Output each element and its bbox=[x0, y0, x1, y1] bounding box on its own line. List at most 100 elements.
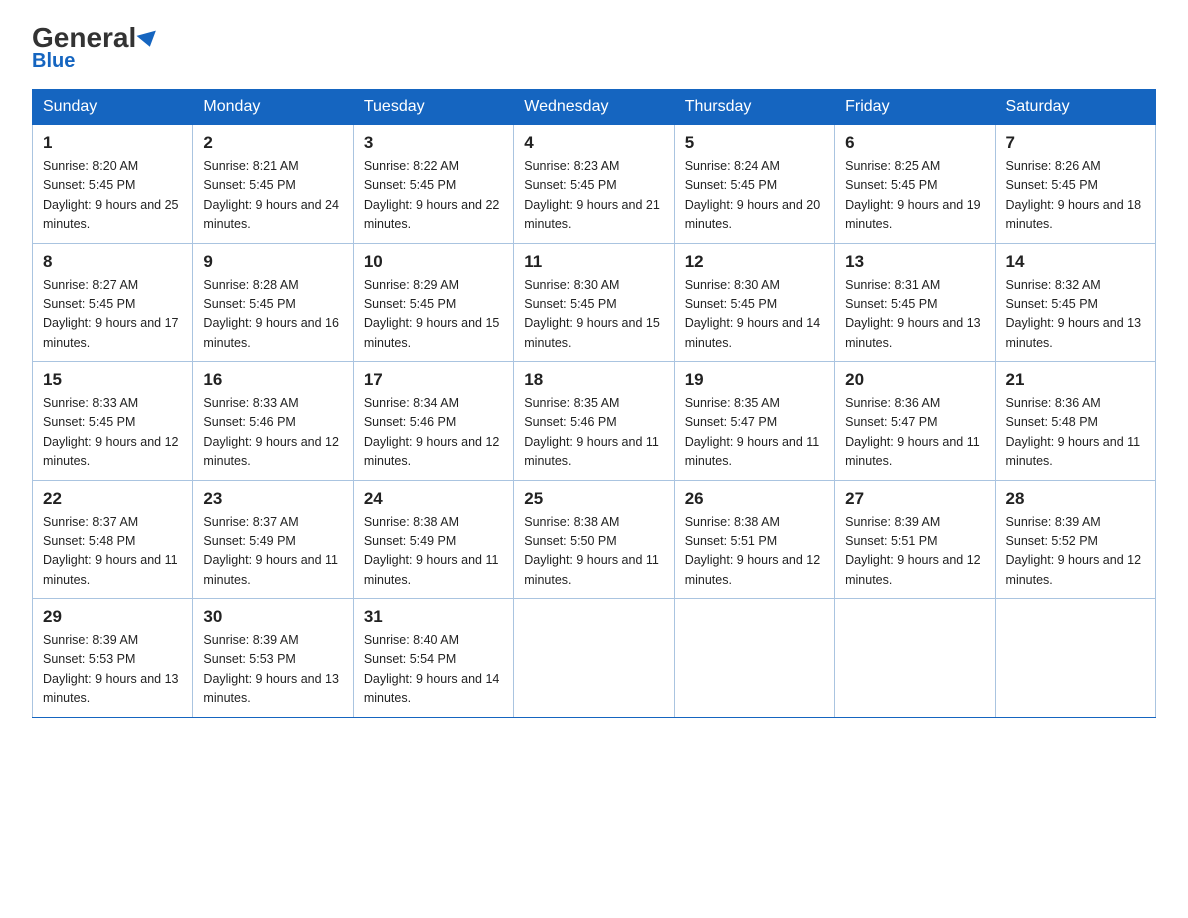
day-info: Sunrise: 8:21 AMSunset: 5:45 PMDaylight:… bbox=[203, 159, 339, 231]
calendar-week-2: 8 Sunrise: 8:27 AMSunset: 5:45 PMDayligh… bbox=[33, 243, 1156, 362]
calendar-cell: 18 Sunrise: 8:35 AMSunset: 5:46 PMDaylig… bbox=[514, 362, 674, 481]
calendar-cell: 14 Sunrise: 8:32 AMSunset: 5:45 PMDaylig… bbox=[995, 243, 1155, 362]
calendar-cell: 21 Sunrise: 8:36 AMSunset: 5:48 PMDaylig… bbox=[995, 362, 1155, 481]
day-number: 9 bbox=[203, 252, 342, 272]
calendar-cell: 28 Sunrise: 8:39 AMSunset: 5:52 PMDaylig… bbox=[995, 480, 1155, 599]
logo-triangle-icon bbox=[137, 30, 160, 49]
day-info: Sunrise: 8:35 AMSunset: 5:46 PMDaylight:… bbox=[524, 396, 659, 468]
day-number: 18 bbox=[524, 370, 663, 390]
calendar-cell: 16 Sunrise: 8:33 AMSunset: 5:46 PMDaylig… bbox=[193, 362, 353, 481]
calendar-cell: 10 Sunrise: 8:29 AMSunset: 5:45 PMDaylig… bbox=[353, 243, 513, 362]
day-number: 3 bbox=[364, 133, 503, 153]
day-info: Sunrise: 8:37 AMSunset: 5:49 PMDaylight:… bbox=[203, 515, 338, 587]
day-number: 15 bbox=[43, 370, 182, 390]
day-number: 24 bbox=[364, 489, 503, 509]
day-header-friday: Friday bbox=[835, 90, 995, 125]
day-number: 8 bbox=[43, 252, 182, 272]
day-number: 30 bbox=[203, 607, 342, 627]
day-number: 13 bbox=[845, 252, 984, 272]
day-number: 28 bbox=[1006, 489, 1145, 509]
calendar-cell: 13 Sunrise: 8:31 AMSunset: 5:45 PMDaylig… bbox=[835, 243, 995, 362]
days-header-row: SundayMondayTuesdayWednesdayThursdayFrid… bbox=[33, 90, 1156, 125]
day-info: Sunrise: 8:39 AMSunset: 5:52 PMDaylight:… bbox=[1006, 515, 1142, 587]
day-info: Sunrise: 8:32 AMSunset: 5:45 PMDaylight:… bbox=[1006, 278, 1142, 350]
logo-general: General bbox=[32, 22, 136, 53]
day-info: Sunrise: 8:29 AMSunset: 5:45 PMDaylight:… bbox=[364, 278, 500, 350]
calendar-cell: 17 Sunrise: 8:34 AMSunset: 5:46 PMDaylig… bbox=[353, 362, 513, 481]
day-info: Sunrise: 8:30 AMSunset: 5:45 PMDaylight:… bbox=[685, 278, 821, 350]
calendar-cell: 20 Sunrise: 8:36 AMSunset: 5:47 PMDaylig… bbox=[835, 362, 995, 481]
day-number: 29 bbox=[43, 607, 182, 627]
day-number: 14 bbox=[1006, 252, 1145, 272]
calendar-cell: 2 Sunrise: 8:21 AMSunset: 5:45 PMDayligh… bbox=[193, 125, 353, 244]
calendar-cell: 23 Sunrise: 8:37 AMSunset: 5:49 PMDaylig… bbox=[193, 480, 353, 599]
day-number: 21 bbox=[1006, 370, 1145, 390]
day-number: 2 bbox=[203, 133, 342, 153]
calendar-cell: 4 Sunrise: 8:23 AMSunset: 5:45 PMDayligh… bbox=[514, 125, 674, 244]
day-number: 11 bbox=[524, 252, 663, 272]
calendar-cell bbox=[514, 599, 674, 718]
calendar-cell: 7 Sunrise: 8:26 AMSunset: 5:45 PMDayligh… bbox=[995, 125, 1155, 244]
calendar-cell: 25 Sunrise: 8:38 AMSunset: 5:50 PMDaylig… bbox=[514, 480, 674, 599]
day-info: Sunrise: 8:28 AMSunset: 5:45 PMDaylight:… bbox=[203, 278, 339, 350]
calendar-cell: 1 Sunrise: 8:20 AMSunset: 5:45 PMDayligh… bbox=[33, 125, 193, 244]
day-number: 31 bbox=[364, 607, 503, 627]
calendar-cell: 6 Sunrise: 8:25 AMSunset: 5:45 PMDayligh… bbox=[835, 125, 995, 244]
calendar-cell: 5 Sunrise: 8:24 AMSunset: 5:45 PMDayligh… bbox=[674, 125, 834, 244]
calendar-cell: 3 Sunrise: 8:22 AMSunset: 5:45 PMDayligh… bbox=[353, 125, 513, 244]
day-number: 10 bbox=[364, 252, 503, 272]
calendar-cell: 19 Sunrise: 8:35 AMSunset: 5:47 PMDaylig… bbox=[674, 362, 834, 481]
day-info: Sunrise: 8:27 AMSunset: 5:45 PMDaylight:… bbox=[43, 278, 179, 350]
calendar-cell: 11 Sunrise: 8:30 AMSunset: 5:45 PMDaylig… bbox=[514, 243, 674, 362]
day-info: Sunrise: 8:39 AMSunset: 5:53 PMDaylight:… bbox=[203, 633, 339, 705]
day-info: Sunrise: 8:33 AMSunset: 5:45 PMDaylight:… bbox=[43, 396, 179, 468]
calendar-week-3: 15 Sunrise: 8:33 AMSunset: 5:45 PMDaylig… bbox=[33, 362, 1156, 481]
calendar-cell: 24 Sunrise: 8:38 AMSunset: 5:49 PMDaylig… bbox=[353, 480, 513, 599]
calendar-cell: 12 Sunrise: 8:30 AMSunset: 5:45 PMDaylig… bbox=[674, 243, 834, 362]
day-info: Sunrise: 8:40 AMSunset: 5:54 PMDaylight:… bbox=[364, 633, 500, 705]
day-number: 12 bbox=[685, 252, 824, 272]
day-header-wednesday: Wednesday bbox=[514, 90, 674, 125]
day-info: Sunrise: 8:38 AMSunset: 5:49 PMDaylight:… bbox=[364, 515, 499, 587]
day-header-monday: Monday bbox=[193, 90, 353, 125]
day-number: 4 bbox=[524, 133, 663, 153]
day-number: 19 bbox=[685, 370, 824, 390]
day-number: 7 bbox=[1006, 133, 1145, 153]
calendar-cell bbox=[674, 599, 834, 718]
logo: General Blue bbox=[32, 24, 158, 73]
day-number: 5 bbox=[685, 133, 824, 153]
day-info: Sunrise: 8:39 AMSunset: 5:53 PMDaylight:… bbox=[43, 633, 179, 705]
day-info: Sunrise: 8:31 AMSunset: 5:45 PMDaylight:… bbox=[845, 278, 981, 350]
calendar-cell: 22 Sunrise: 8:37 AMSunset: 5:48 PMDaylig… bbox=[33, 480, 193, 599]
day-number: 27 bbox=[845, 489, 984, 509]
calendar-cell: 8 Sunrise: 8:27 AMSunset: 5:45 PMDayligh… bbox=[33, 243, 193, 362]
day-info: Sunrise: 8:34 AMSunset: 5:46 PMDaylight:… bbox=[364, 396, 500, 468]
day-number: 17 bbox=[364, 370, 503, 390]
day-number: 26 bbox=[685, 489, 824, 509]
calendar-week-4: 22 Sunrise: 8:37 AMSunset: 5:48 PMDaylig… bbox=[33, 480, 1156, 599]
calendar-cell bbox=[835, 599, 995, 718]
day-number: 23 bbox=[203, 489, 342, 509]
day-info: Sunrise: 8:20 AMSunset: 5:45 PMDaylight:… bbox=[43, 159, 179, 231]
calendar-cell: 31 Sunrise: 8:40 AMSunset: 5:54 PMDaylig… bbox=[353, 599, 513, 718]
day-info: Sunrise: 8:23 AMSunset: 5:45 PMDaylight:… bbox=[524, 159, 660, 231]
day-info: Sunrise: 8:36 AMSunset: 5:48 PMDaylight:… bbox=[1006, 396, 1141, 468]
day-info: Sunrise: 8:38 AMSunset: 5:50 PMDaylight:… bbox=[524, 515, 659, 587]
calendar-cell: 29 Sunrise: 8:39 AMSunset: 5:53 PMDaylig… bbox=[33, 599, 193, 718]
day-info: Sunrise: 8:39 AMSunset: 5:51 PMDaylight:… bbox=[845, 515, 981, 587]
day-number: 20 bbox=[845, 370, 984, 390]
calendar-week-5: 29 Sunrise: 8:39 AMSunset: 5:53 PMDaylig… bbox=[33, 599, 1156, 718]
logo-text: General bbox=[32, 24, 158, 52]
day-info: Sunrise: 8:37 AMSunset: 5:48 PMDaylight:… bbox=[43, 515, 178, 587]
page-header: General Blue bbox=[32, 24, 1156, 73]
day-number: 25 bbox=[524, 489, 663, 509]
day-info: Sunrise: 8:38 AMSunset: 5:51 PMDaylight:… bbox=[685, 515, 821, 587]
day-info: Sunrise: 8:22 AMSunset: 5:45 PMDaylight:… bbox=[364, 159, 500, 231]
calendar-cell bbox=[995, 599, 1155, 718]
day-info: Sunrise: 8:26 AMSunset: 5:45 PMDaylight:… bbox=[1006, 159, 1142, 231]
day-number: 16 bbox=[203, 370, 342, 390]
day-header-thursday: Thursday bbox=[674, 90, 834, 125]
calendar-cell: 15 Sunrise: 8:33 AMSunset: 5:45 PMDaylig… bbox=[33, 362, 193, 481]
day-info: Sunrise: 8:33 AMSunset: 5:46 PMDaylight:… bbox=[203, 396, 339, 468]
day-info: Sunrise: 8:25 AMSunset: 5:45 PMDaylight:… bbox=[845, 159, 981, 231]
